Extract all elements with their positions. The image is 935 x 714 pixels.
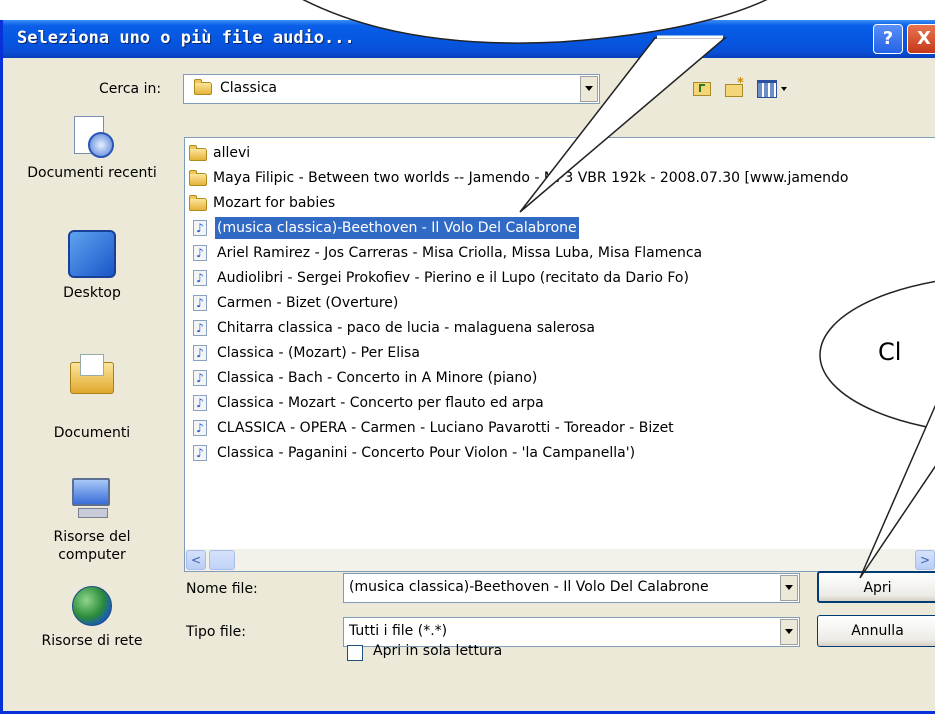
place-desktop[interactable]: Desktop [17,230,167,302]
file-name: Classica - Paganini - Concerto Pour Viol… [217,445,636,461]
place-label: Documenti [53,425,131,441]
recent-documents-icon [68,114,116,162]
place-label: Risorse di rete [41,633,143,649]
file-name: Maya Filipic - Between two worlds -- Jam… [213,170,849,186]
filetype-label: Tipo file: [186,624,246,640]
scroll-right-button[interactable]: > [915,550,935,570]
file-name: Carmen - Bizet (Overture) [217,295,399,311]
filename-combobox[interactable]: (musica classica)-Beethoven - Il Volo De… [343,573,800,603]
folder-icon [189,195,207,211]
scroll-thumb[interactable] [209,550,235,570]
audio-file-icon: ♪ [193,270,207,286]
place-label: Desktop [63,285,121,301]
file-name: Ariel Ramirez - Jos Carreras - Misa Crio… [217,245,703,261]
audio-file-icon: ♪ [193,345,207,361]
new-folder-icon[interactable]: * [725,76,745,98]
readonly-label: Apri in sola lettura [373,643,503,659]
file-name: Chitarra classica - paco de lucia - mala… [217,320,596,336]
network-icon [72,586,112,626]
chevron-right-icon: > [919,553,931,567]
horizontal-scrollbar[interactable]: < > [185,549,935,571]
help-icon: ? [882,28,894,49]
audio-file-icon: ♪ [193,245,207,261]
place-network[interactable]: Risorse di rete [17,586,167,650]
file-name: CLASSICA - OPERA - Carmen - Luciano Pava… [217,420,674,436]
file-name: allevi [213,145,251,161]
audio-file-icon: ♪ [193,320,207,336]
desktop-icon [68,230,116,278]
file-name: Mozart for babies [213,195,336,211]
look-in-combobox[interactable]: Classica [183,74,600,104]
file-name: Classica - Bach - Concerto in A Minore (… [217,370,538,386]
dialog-title: Seleziona uno o più file audio... [17,28,355,48]
filename-label: Nome file: [186,581,258,597]
chevron-down-icon[interactable] [780,619,798,645]
filename-value: (musica classica)-Beethoven - Il Volo De… [349,579,709,595]
place-my-computer[interactable]: Risorse del computer [17,474,167,564]
folder-icon [189,170,207,186]
close-icon: X [917,28,931,49]
chevron-down-icon[interactable] [780,575,798,601]
places-bar: Documenti recenti Desktop Documenti Riso… [17,114,167,674]
title-bar[interactable]: Seleziona uno o più file audio... ? X [3,20,935,58]
cancel-button[interactable]: Annulla [817,615,935,647]
filetype-value: Tutti i file (*.*) [349,623,448,639]
view-menu-icon[interactable] [757,78,791,98]
file-name: Classica - Mozart - Concerto per flauto … [217,395,544,411]
audio-file-icon: ♪ [193,420,207,436]
audio-file-icon: ♪ [193,295,207,311]
place-label: Documenti recenti [27,165,157,181]
look-in-label: Cerca in: [99,81,162,97]
close-button[interactable]: X [907,24,935,54]
scroll-left-button[interactable]: < [186,550,206,570]
chevron-left-icon: < [190,553,202,567]
open-button[interactable]: Apri [817,571,935,603]
documents-icon [68,350,116,398]
callout-text: Cl [878,338,902,366]
folder-icon [189,145,207,161]
my-computer-icon [68,474,116,522]
file-name: (musica classica)-Beethoven - Il Volo De… [214,216,580,240]
file-open-dialog: Seleziona uno o più file audio... ? X Ce… [0,20,935,714]
audio-file-icon: ♪ [193,445,207,461]
look-in-value: Classica [220,80,277,96]
file-name: Audiolibri - Sergei Prokofiev - Pierino … [217,270,689,286]
place-documents[interactable]: Documenti [17,350,167,442]
help-button[interactable]: ? [873,24,903,54]
folder-icon [194,79,212,95]
up-folder-icon[interactable] [693,78,713,98]
audio-file-icon: ♪ [193,395,207,411]
readonly-checkbox[interactable] [347,645,363,661]
audio-file-icon: ♪ [193,220,207,236]
audio-file-icon: ♪ [193,370,207,386]
place-label: Risorse del computer [53,529,131,563]
file-name: Classica - (Mozart) - Per Elisa [217,345,420,361]
chevron-down-icon[interactable] [580,76,598,102]
file-list[interactable]: allevi Maya Filipic - Between two worlds … [184,137,935,572]
place-recent-documents[interactable]: Documenti recenti [17,114,167,182]
